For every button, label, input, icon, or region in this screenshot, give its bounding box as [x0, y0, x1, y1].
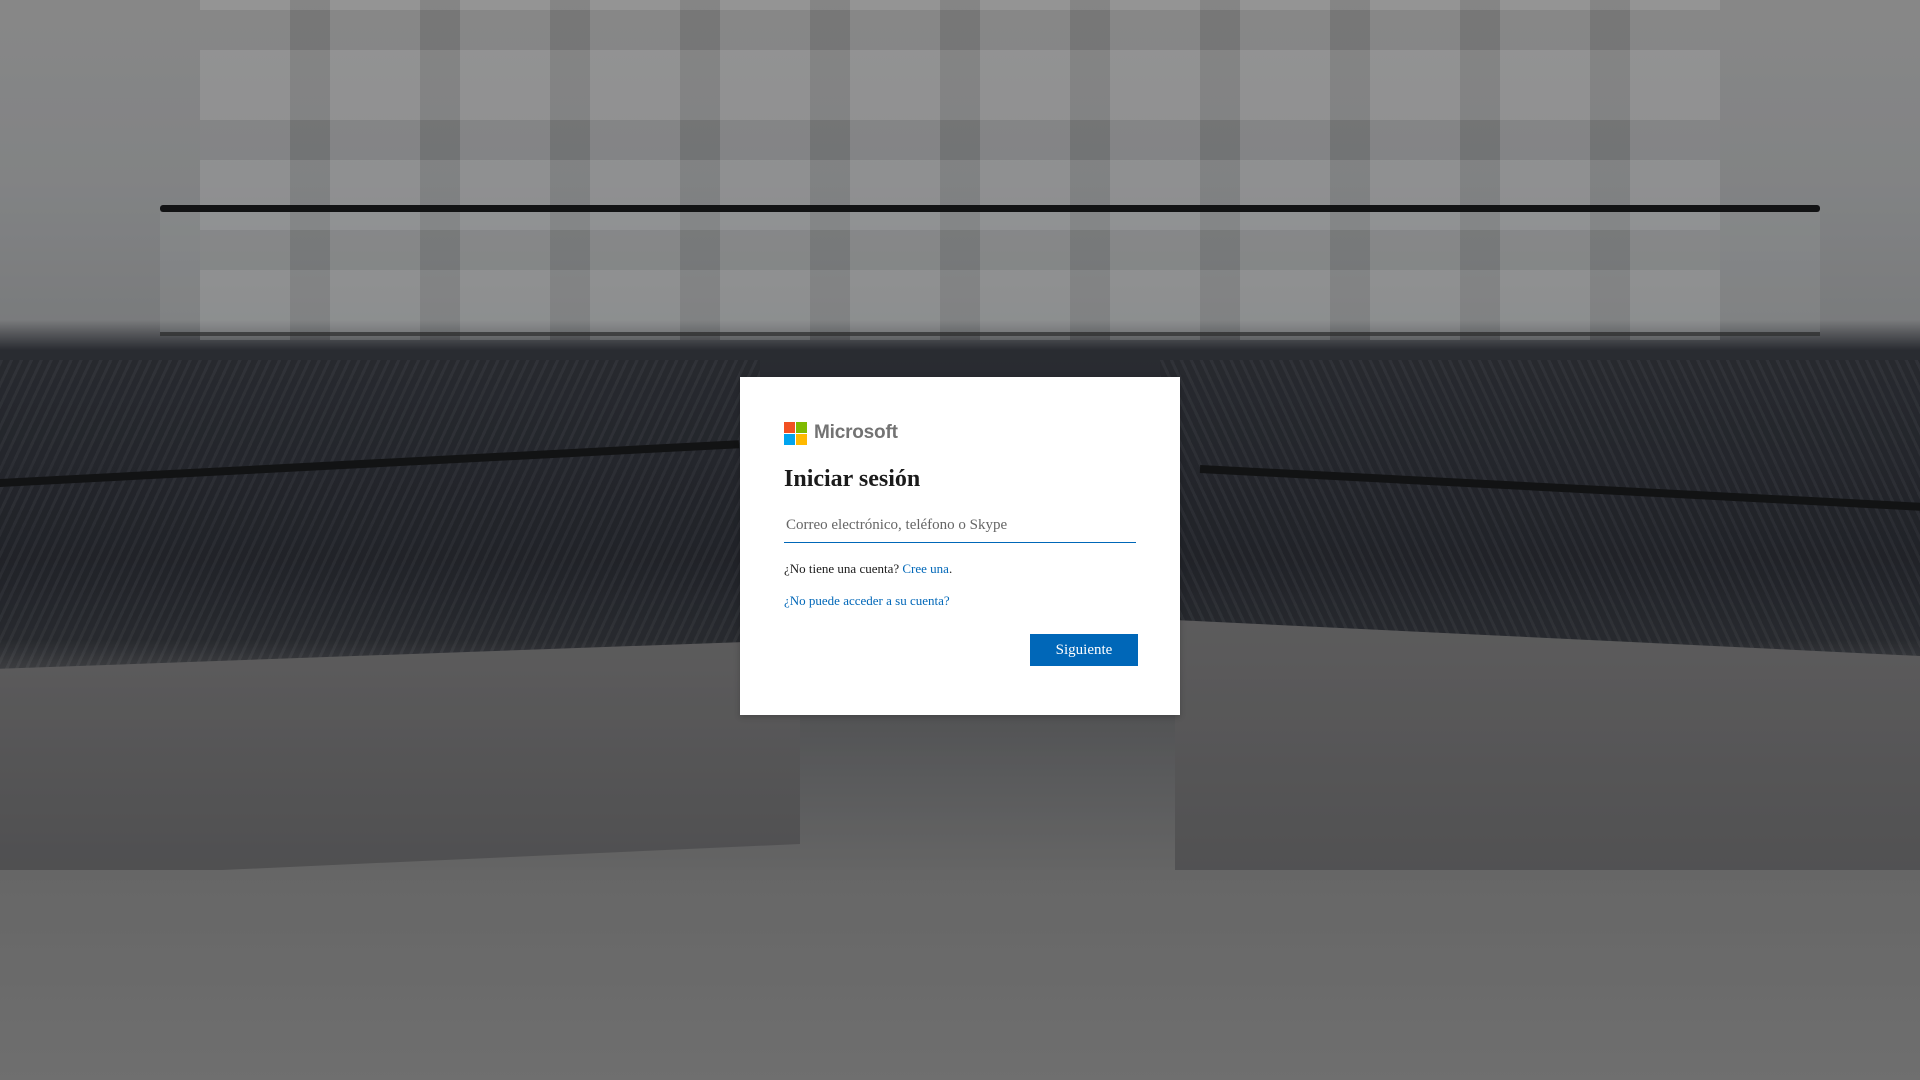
cant-access-row: ¿No puede acceder a su cuenta?	[784, 593, 1136, 609]
no-account-label: ¿No tiene una cuenta?	[784, 561, 900, 576]
create-account-link[interactable]: Cree una	[902, 561, 949, 576]
email-field[interactable]	[784, 509, 1136, 543]
no-account-text: ¿No tiene una cuenta? Cree una.	[784, 561, 1136, 577]
create-account-suffix: .	[948, 561, 953, 576]
cant-access-link[interactable]: ¿No puede acceder a su cuenta?	[784, 593, 950, 608]
microsoft-logo-text: Microsoft	[814, 422, 898, 443]
page-title: Iniciar sesión	[784, 466, 921, 492]
microsoft-logo-icon	[784, 421, 807, 445]
logo-square-blue	[784, 433, 795, 445]
actions-row: Siguiente	[784, 634, 1138, 666]
logo-square-yellow	[796, 433, 807, 445]
microsoft-logo: Microsoft	[784, 421, 1136, 445]
next-button[interactable]: Siguiente	[1030, 634, 1138, 666]
signin-card: Microsoft Iniciar sesión ¿No tiene una c…	[740, 377, 1180, 715]
logo-square-red	[784, 421, 795, 433]
logo-square-green	[796, 421, 807, 433]
